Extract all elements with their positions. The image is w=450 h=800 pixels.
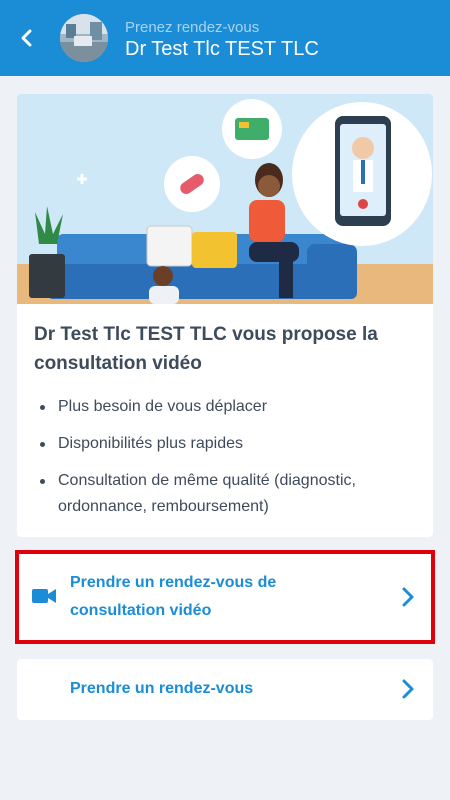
benefit-item: Disponibilités plus rapides bbox=[34, 431, 424, 457]
chevron-left-icon bbox=[21, 29, 32, 47]
chevron-right-icon bbox=[402, 587, 414, 607]
benefit-item: Plus besoin de vous déplacer bbox=[34, 394, 424, 420]
chevron-right-icon bbox=[402, 679, 414, 699]
app-header: Prenez rendez-vous Dr Test Tlc TEST TLC bbox=[0, 0, 450, 76]
standard-appointment-label: Prendre un rendez-vous bbox=[70, 680, 254, 697]
header-subtitle: Prenez rendez-vous bbox=[125, 19, 260, 36]
doctor-avatar bbox=[60, 14, 108, 62]
promo-title: Dr Test Tlc TEST TLC vous propose la con… bbox=[34, 324, 378, 374]
video-camera-icon bbox=[32, 589, 56, 603]
video-appointment-button[interactable]: Prendre un rendez-vous de consultation v… bbox=[15, 550, 435, 644]
benefits-list: Plus besoin de vous déplacer Disponibili… bbox=[34, 394, 424, 531]
back-button[interactable] bbox=[14, 25, 40, 51]
video-consultation-promo-card: Dr Test Tlc TEST TLC vous propose la con… bbox=[17, 94, 433, 537]
video-appointment-label: Prendre un rendez-vous de consultation v… bbox=[70, 574, 277, 619]
video-consultation-illustration bbox=[17, 94, 433, 304]
benefit-item: Consultation de même qualité (diagnostic… bbox=[34, 468, 424, 520]
doctor-name-title: Dr Test Tlc TEST TLC bbox=[125, 38, 319, 60]
standard-appointment-button[interactable]: Prendre un rendez-vous bbox=[17, 659, 433, 720]
